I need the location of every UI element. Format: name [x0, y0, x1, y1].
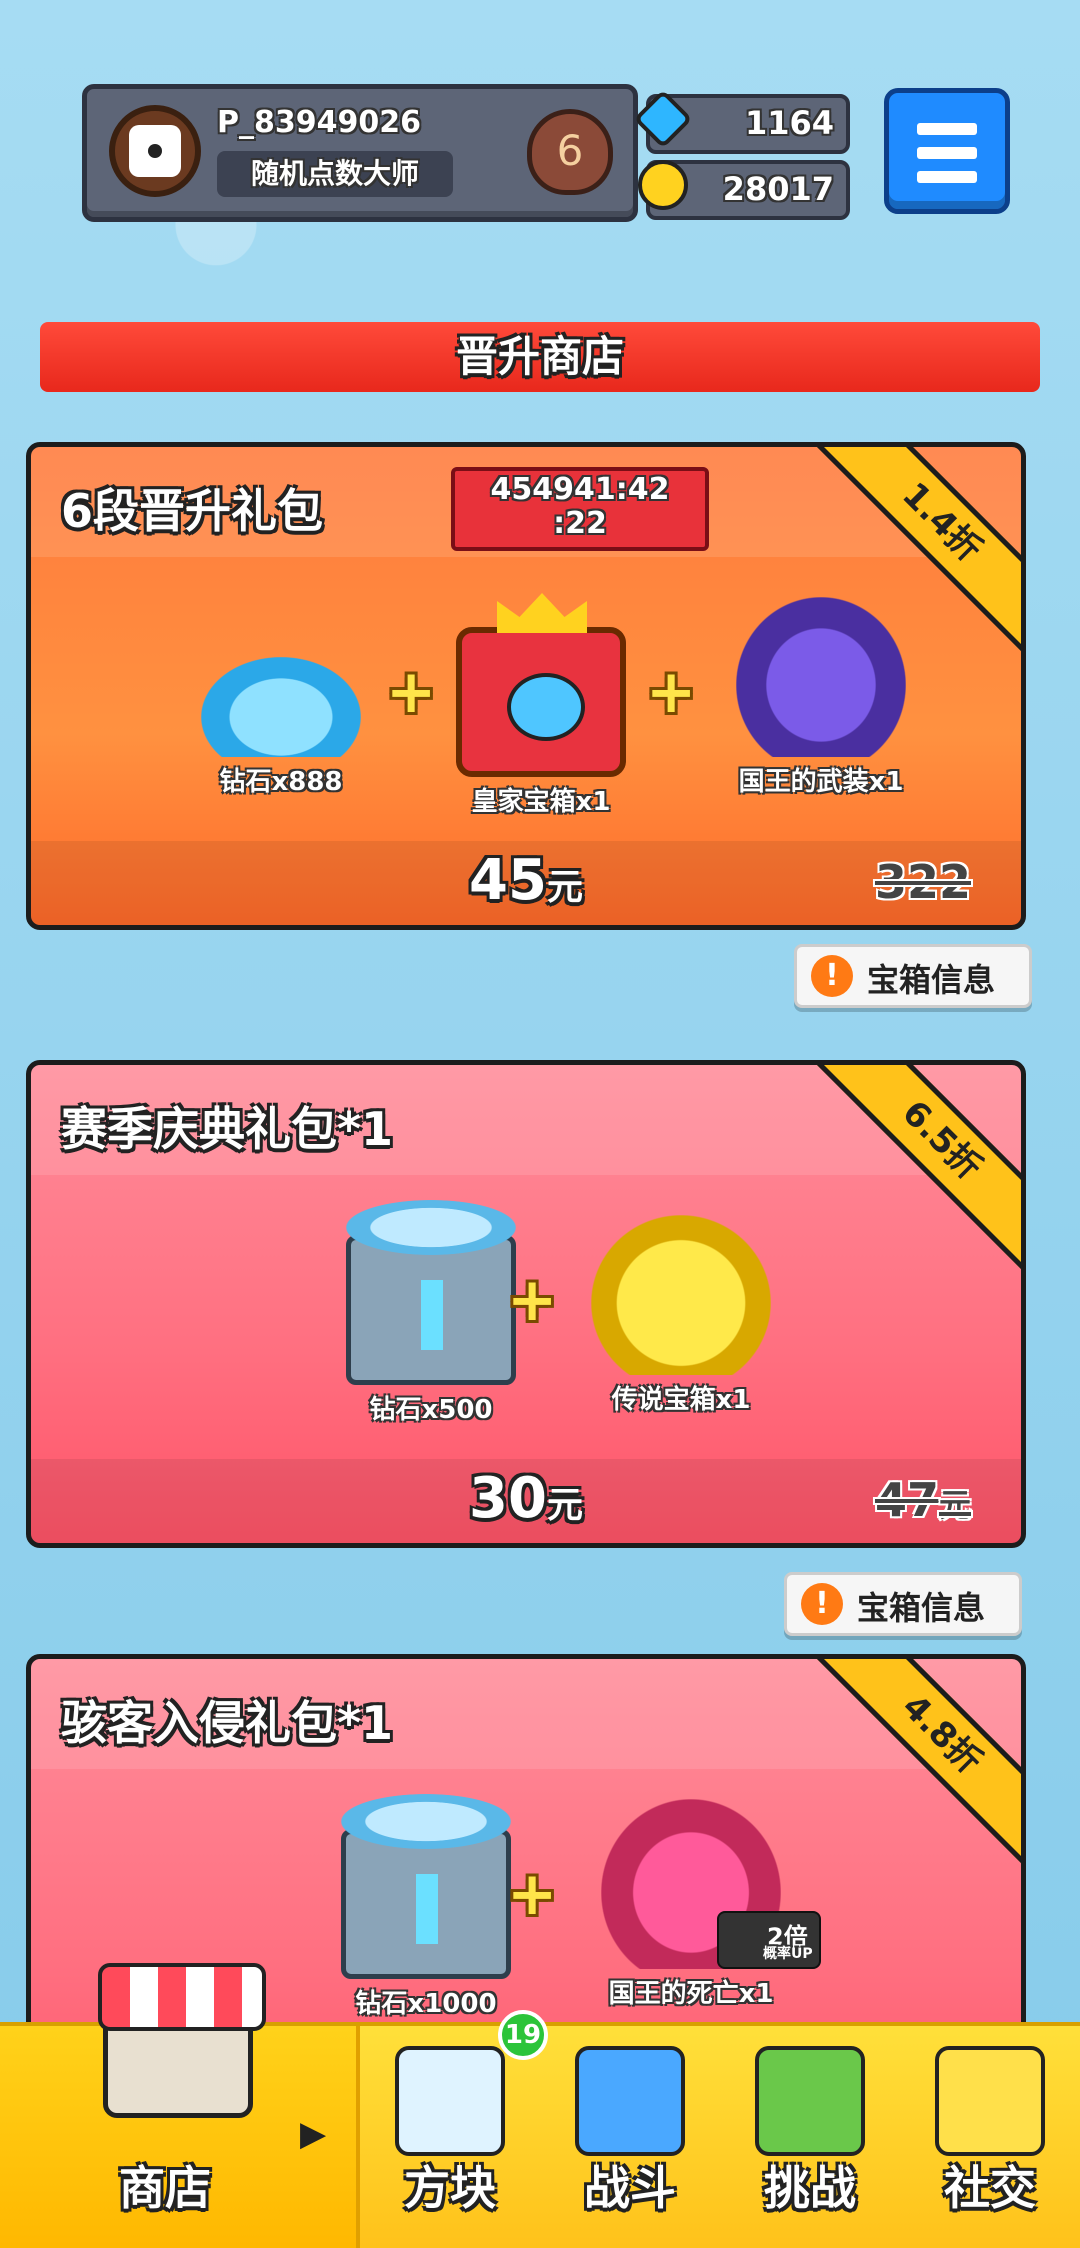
countdown-timer: 454941:42 :22	[451, 467, 709, 551]
royal-chest-icon	[456, 627, 626, 777]
nav-tab-challenge[interactable]: 挑战	[720, 2026, 900, 2248]
item-caption: 皇家宝箱x1	[471, 787, 611, 817]
nav-label: 商店	[119, 2161, 211, 2215]
item-caption: 钻石x888	[219, 767, 343, 797]
price-value: 45	[469, 848, 547, 913]
shop-title-banner: 晋升商店	[40, 322, 1040, 392]
price-value: 30	[469, 1466, 547, 1531]
plus-icon: +	[507, 1859, 558, 1929]
pack-title: 6段晋升礼包	[61, 484, 324, 538]
armor-icon	[736, 597, 906, 757]
item-caption: 国王的死亡x1	[608, 1979, 774, 2009]
chest-info-label: 宝箱信息	[857, 1589, 986, 1627]
timer-text: 454941:42 :22	[490, 472, 670, 541]
pack-title: 赛季庆典礼包*1	[61, 1102, 394, 1156]
player-profile-card[interactable]: P_83949026 随机点数大师 6	[82, 84, 638, 222]
coin-icon	[638, 160, 688, 210]
nav-tab-social[interactable]: 社交	[900, 2026, 1080, 2248]
nav-label: 社交	[944, 2161, 1036, 2215]
shield-sword-icon	[575, 2046, 685, 2156]
pack-item-royal-chest: 皇家宝箱x1	[431, 627, 651, 818]
nav-tab-blocks[interactable]: 方块	[360, 2026, 540, 2248]
menu-icon-bar	[917, 171, 977, 183]
plus-icon: +	[646, 657, 697, 727]
item-caption: 国王的武装x1	[738, 767, 904, 797]
nav-label: 战斗	[584, 2161, 676, 2215]
menu-button[interactable]	[884, 88, 1010, 214]
gem-count: 1164	[744, 104, 834, 142]
item-caption: 传说宝箱x1	[611, 1385, 751, 1415]
bottom-nav: ▶ 商店 方块 战斗 挑战 社交	[0, 1963, 1080, 2248]
gem-counter: 1164	[633, 89, 850, 154]
price-unit: 元	[546, 867, 583, 908]
signboard-icon	[755, 2046, 865, 2156]
social-character-icon	[935, 2046, 1045, 2156]
chest-info-button[interactable]: ! 宝箱信息	[794, 944, 1032, 1008]
original-price-unit: 元	[938, 1486, 971, 1524]
pack-item-gems: 钻石x888	[181, 657, 381, 798]
coin-counter: 28017	[638, 160, 850, 220]
pack-card-season[interactable]: 赛季庆典礼包*1 6.5折 钻石x500 + 传说宝箱x1 30元 47元	[26, 1060, 1026, 1548]
item-caption: 钻石x1000	[355, 1989, 497, 2019]
dice-block-icon	[395, 2046, 505, 2156]
nav-tab-shop[interactable]: ▶ 商店	[0, 1963, 360, 2248]
original-price: 47元	[875, 1473, 971, 1527]
nav-label-wrap: 商店	[0, 2026, 330, 2248]
gem-crate-icon	[346, 1200, 516, 1385]
price-unit: 元	[546, 1485, 583, 1526]
item-caption: 钻石x500	[369, 1395, 493, 1425]
gems-icon	[201, 657, 361, 757]
avatar	[109, 105, 201, 197]
chest-info-button[interactable]: ! 宝箱信息	[784, 1572, 1022, 1636]
player-id: P_83949026	[217, 105, 421, 140]
nav-label: 挑战	[764, 2161, 856, 2215]
skull-chest-icon: 2倍 概率UP	[601, 1799, 821, 1969]
notification-badge: 19	[498, 2010, 548, 2060]
pack-card-promotion[interactable]: 6段晋升礼包 454941:42 :22 1.4折 钻石x888 + 皇家宝箱x…	[26, 442, 1026, 930]
dice-icon	[129, 125, 181, 177]
probability-up-badge: 2倍 概率UP	[717, 1911, 821, 1969]
pack-item-gems: 钻石x1000	[316, 1794, 536, 2020]
gem-crate-icon	[341, 1794, 511, 1979]
alert-icon: !	[811, 955, 853, 997]
alert-icon: !	[801, 1583, 843, 1625]
chest-info-label: 宝箱信息	[867, 961, 996, 999]
pack-item-kings-death: 2倍 概率UP 国王的死亡x1	[571, 1799, 821, 2010]
price-label: 45元	[31, 848, 1021, 913]
legend-chest-icon	[591, 1215, 771, 1375]
pack-title: 骇客入侵礼包*1	[61, 1696, 394, 1750]
pack-item-legend-chest: 传说宝箱x1	[571, 1215, 791, 1416]
original-price: 322	[874, 855, 971, 909]
nav-label: 方块	[404, 2161, 496, 2215]
menu-icon-bar	[917, 147, 977, 159]
player-title: 随机点数大师	[217, 151, 453, 197]
price-label: 30元	[31, 1466, 1021, 1531]
coin-count: 28017	[722, 170, 834, 208]
plus-icon: +	[507, 1265, 558, 1335]
nav-tab-battle[interactable]: 战斗	[540, 2026, 720, 2248]
plus-icon: +	[386, 657, 437, 727]
original-price-value: 47	[874, 1473, 939, 1527]
menu-icon	[917, 123, 977, 135]
pack-item-kings-armor: 国王的武装x1	[691, 597, 951, 798]
rank-badge: 6	[527, 109, 613, 195]
probability-text: 概率UP	[763, 1946, 813, 1962]
